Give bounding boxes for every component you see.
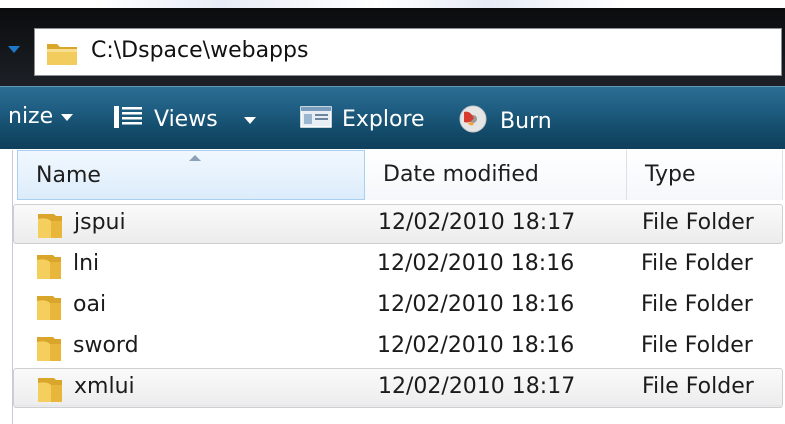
column-header-date[interactable]: Date modified [365,150,627,200]
folder-icon [34,210,66,244]
file-name: oai [73,292,107,317]
address-path[interactable]: C:\Dspace\webapps [91,38,308,63]
table-row[interactable]: oai 12/02/2010 18:16 File Folder [13,287,783,327]
chevron-down-icon [61,113,74,121]
sort-ascending-icon [189,155,201,161]
table-row[interactable]: lni 12/02/2010 18:16 File Folder [13,246,783,286]
explore-label: Explore [342,107,425,132]
chevron-down-icon [243,116,256,124]
file-name: lni [73,251,100,276]
file-type: File Folder [641,251,753,276]
command-toolbar: nize Views Explore Burn [0,86,785,149]
folder-icon [34,374,66,408]
table-row[interactable]: jspui 12/02/2010 18:17 File Folder [13,204,783,244]
column-header-type[interactable]: Type [627,150,783,200]
burn-button[interactable]: Burn [458,104,552,140]
folder-icon [33,251,65,285]
views-icon [112,104,144,136]
address-bar[interactable]: C:\Dspace\webapps [34,28,782,76]
file-type: File Folder [641,292,753,317]
list-divider [13,405,783,406]
file-date: 12/02/2010 18:17 [378,374,576,399]
file-name: jspui [74,210,126,235]
column-header-type-label: Type [645,162,696,187]
file-date: 12/02/2010 18:16 [377,333,575,358]
organize-button[interactable]: nize [8,104,74,129]
file-type: File Folder [642,210,754,235]
file-date: 12/02/2010 18:16 [377,292,575,317]
file-type: File Folder [641,333,753,358]
file-name: sword [73,333,139,358]
folder-icon [45,39,79,71]
organize-label: nize [8,104,54,129]
file-type: File Folder [642,374,754,399]
chevron-down-icon[interactable] [8,46,20,53]
explore-icon [300,104,332,136]
folder-icon [33,333,65,367]
file-date: 12/02/2010 18:16 [377,251,575,276]
address-bar-area: C:\Dspace\webapps [0,8,785,86]
window-top-strip [0,0,785,8]
views-button[interactable]: Views [112,104,256,136]
file-list: Name Date modified Type jspui 12/02/2010… [12,150,783,424]
column-header-name-label: Name [36,163,101,188]
table-row[interactable]: xmlui 12/02/2010 18:17 File Folder [13,368,783,408]
table-row[interactable]: sword 12/02/2010 18:16 File Folder [13,328,783,368]
file-date: 12/02/2010 18:17 [378,210,576,235]
file-name: xmlui [74,374,135,399]
burn-disc-icon [458,104,488,140]
column-header-name[interactable]: Name [17,150,365,200]
burn-label: Burn [500,109,552,134]
column-header-row: Name Date modified Type [13,150,783,200]
column-header-date-label: Date modified [383,162,539,187]
explore-button[interactable]: Explore [300,104,425,136]
views-label: Views [154,107,218,132]
folder-icon [33,292,65,326]
